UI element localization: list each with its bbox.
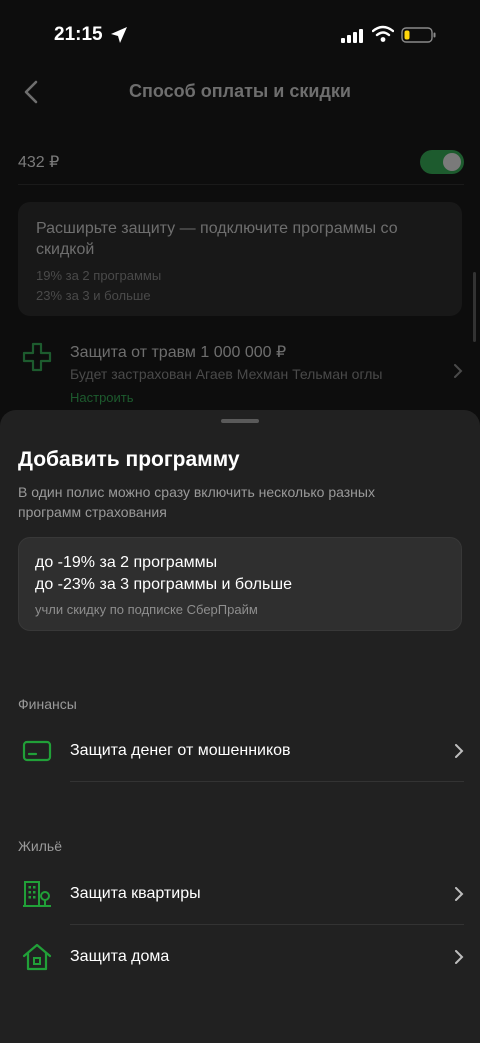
header: Способ оплаты и скидки: [0, 70, 480, 114]
chevron-right-icon: [454, 364, 463, 378]
promo-title: Расширьте защиту — подключите программы …: [36, 220, 398, 258]
sheet-title: Добавить программу: [18, 448, 240, 471]
medical-plus-icon: [22, 342, 52, 372]
price-toggle[interactable]: [420, 150, 464, 174]
program-label: Защита денег от мошенников: [70, 742, 291, 759]
chevron-right-icon: [455, 887, 464, 901]
building-icon: [23, 881, 51, 907]
section-label-housing: Жильё: [18, 838, 62, 854]
divider: [18, 184, 464, 185]
discount-note: учли скидку по подписке СберПрайм: [35, 602, 258, 617]
configure-link[interactable]: Настроить: [70, 390, 134, 405]
discount-line-1: до -19% за 2 программы: [35, 554, 218, 571]
house-icon: [22, 943, 52, 971]
divider: [70, 924, 464, 925]
signal-icon: [341, 29, 363, 43]
program-item-fraud-protection[interactable]: Защита денег от мошенников: [18, 724, 464, 780]
wifi-icon: [372, 25, 394, 42]
divider: [70, 781, 464, 782]
program-label: Защита дома: [70, 948, 170, 965]
price-row: 432 ₽: [18, 140, 464, 180]
section-label-finance: Финансы: [18, 696, 77, 712]
promo-card: Расширьте защиту — подключите программы …: [18, 202, 462, 316]
location-arrow-icon: [111, 27, 127, 43]
chevron-right-icon: [455, 744, 464, 758]
toggle-knob: [443, 153, 461, 171]
discount-card: до -19% за 2 программы до -23% за 3 прог…: [18, 537, 462, 631]
trauma-title: Защита от травм 1 000 000 ₽: [70, 344, 287, 361]
battery-icon: [401, 27, 436, 43]
program-item-house-protection[interactable]: Защита дома: [18, 930, 464, 986]
add-program-sheet: Добавить программу В один полис можно ср…: [0, 410, 480, 1043]
discount-line-2: до -23% за 3 программы и больше: [35, 576, 293, 593]
sheet-grabber[interactable]: [221, 419, 259, 423]
sheet-description: В один полис можно сразу включить нескол…: [18, 484, 375, 520]
card-icon: [22, 740, 52, 762]
scrollbar-thumb[interactable]: [473, 272, 476, 342]
program-label: Защита квартиры: [70, 885, 201, 902]
trauma-subtitle: Будет застрахован Агаев Мехман Тельман о…: [70, 366, 383, 382]
promo-line-1: 19% за 2 программы: [36, 268, 162, 283]
program-item-apartment-protection[interactable]: Защита квартиры: [18, 867, 464, 923]
status-bar: 21:15: [0, 0, 480, 70]
trauma-program-row[interactable]: Защита от травм 1 000 000 ₽ Будет застра…: [18, 336, 464, 410]
price-text: 432 ₽: [18, 154, 60, 171]
chevron-right-icon: [455, 950, 464, 964]
promo-line-2: 23% за 3 и больше: [36, 288, 151, 303]
page-title: Способ оплаты и скидки: [129, 81, 351, 101]
status-time: 21:15: [54, 24, 103, 45]
